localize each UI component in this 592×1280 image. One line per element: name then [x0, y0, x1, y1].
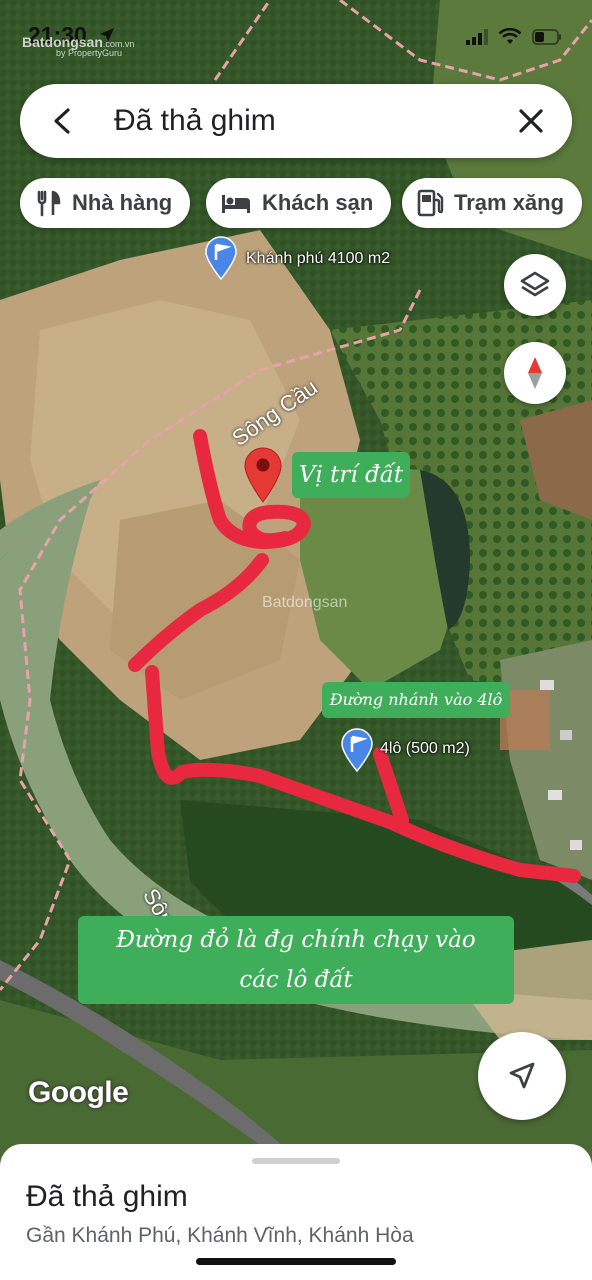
pin-label-4lo: 4lô (500 m2) [380, 740, 470, 757]
pin-label-khanh-phu: Khánh phú 4100 m2 [246, 250, 391, 267]
flag-pin-icon [205, 236, 237, 281]
chip-restaurants[interactable]: Nhà hàng [20, 178, 191, 228]
red-pin-icon [244, 447, 282, 503]
land-pin-khanh-phu[interactable] [204, 236, 238, 285]
compass-button[interactable] [504, 342, 566, 404]
battery-icon [532, 29, 561, 45]
land-pin-4lo[interactable] [340, 728, 374, 777]
map-watermark: Batdongsan [262, 594, 348, 611]
note-main-road: Đường đỏ là đg chính chạy vào các lô đất [78, 916, 514, 1004]
bed-icon [222, 195, 250, 213]
search-bar[interactable]: Đã thả ghim [20, 84, 572, 158]
close-icon[interactable] [512, 102, 550, 140]
home-indicator[interactable] [196, 1258, 396, 1265]
signal-icon [466, 29, 488, 45]
place-title: Đã thả ghim [26, 1180, 188, 1213]
satellite-map[interactable]: Batdongsan Khánh phú 4100 m2 Sông Cầu Vị… [0, 0, 592, 1160]
search-title[interactable]: Đã thả ghim [114, 104, 276, 138]
back-arrow-icon[interactable] [44, 102, 82, 140]
watermark-top: Batdongsan.com.vn by PropertyGuru [22, 34, 134, 58]
gas-station-icon [417, 189, 444, 217]
google-attribution: Google [28, 1076, 129, 1109]
place-address: Gần Khánh Phú, Khánh Vĩnh, Khánh Hòa [26, 1224, 414, 1247]
navigation-arrow-icon [509, 1062, 535, 1089]
note-branch-road: Đường nhánh vào 4lô [322, 682, 510, 718]
dropped-pin[interactable] [242, 446, 284, 509]
chip-gas-stations[interactable]: Trạm xăng [402, 178, 583, 228]
flag-pin-icon [341, 728, 373, 773]
wifi-icon [498, 28, 522, 44]
chip-hotels[interactable]: Khách sạn [206, 178, 392, 228]
my-location-button[interactable] [478, 1032, 566, 1120]
status-icons [466, 28, 562, 46]
layers-icon [520, 271, 550, 297]
sheet-drag-handle[interactable] [252, 1158, 340, 1164]
chip-label: Khách sạn [262, 190, 374, 215]
chip-label: Trạm xăng [454, 190, 565, 215]
category-chips: Nhà hàng Khách sạn Trạm xăng [20, 178, 592, 228]
layers-button[interactable] [504, 254, 566, 316]
chip-label: Nhà hàng [72, 190, 173, 215]
watermark-sub: by PropertyGuru [56, 48, 123, 58]
fork-knife-icon [37, 190, 61, 217]
compass-icon [528, 357, 542, 389]
note-land-location: Vị trí đất [292, 452, 410, 498]
